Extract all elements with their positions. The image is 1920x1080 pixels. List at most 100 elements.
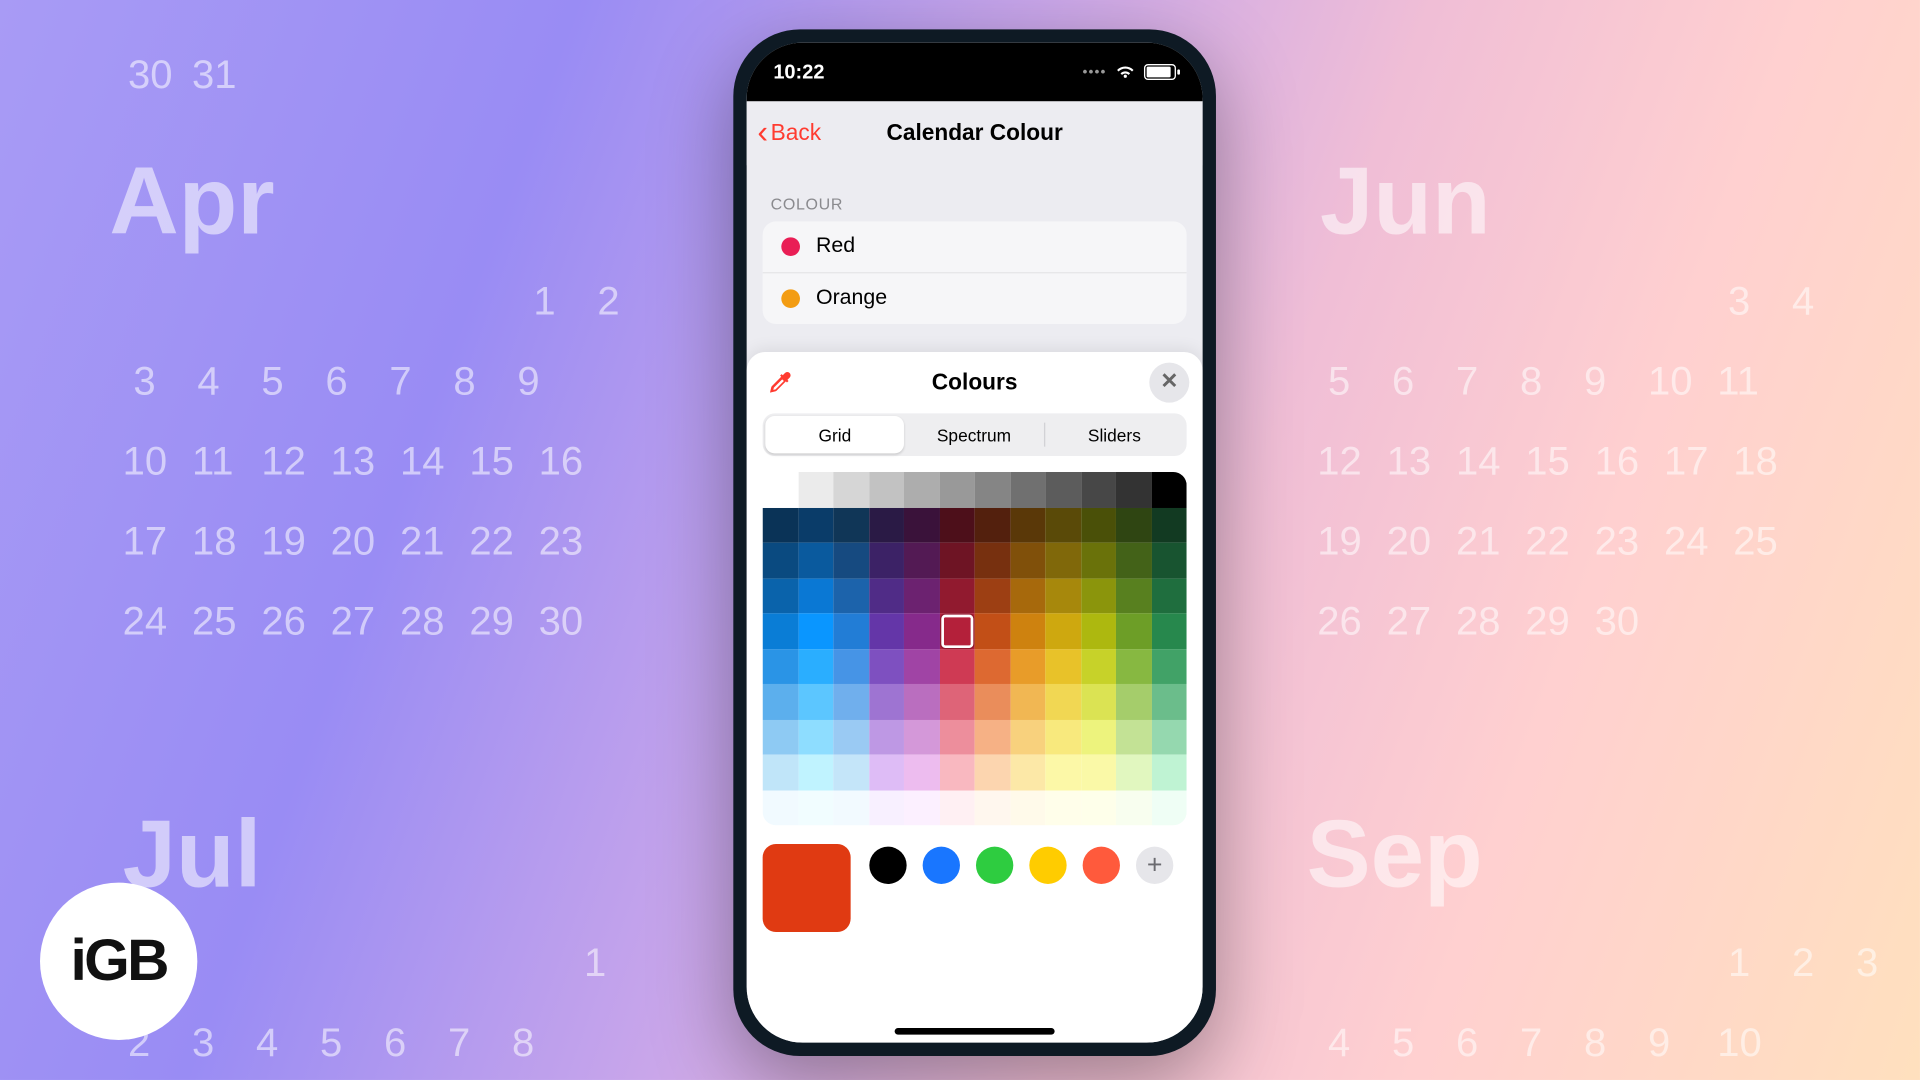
grid-cell[interactable]	[1045, 613, 1080, 648]
grid-cell[interactable]	[1081, 543, 1116, 578]
grid-cell[interactable]	[1081, 578, 1116, 613]
grid-cell[interactable]	[763, 543, 798, 578]
grid-cell[interactable]	[833, 649, 868, 684]
grid-cell[interactable]	[904, 543, 939, 578]
grid-cell[interactable]	[904, 613, 939, 648]
grid-cell[interactable]	[939, 684, 974, 719]
grid-cell[interactable]	[975, 578, 1010, 613]
grid-cell[interactable]	[1081, 472, 1116, 507]
grid-cell[interactable]	[1151, 543, 1186, 578]
grid-cell[interactable]	[1010, 755, 1045, 790]
grid-cell[interactable]	[798, 755, 833, 790]
grid-cell[interactable]	[798, 790, 833, 825]
close-button[interactable]: ✕	[1149, 363, 1189, 403]
grid-cell[interactable]	[798, 507, 833, 542]
colour-row[interactable]: Red	[763, 221, 1187, 273]
grid-cell[interactable]	[798, 613, 833, 648]
grid-cell[interactable]	[833, 472, 868, 507]
grid-cell[interactable]	[1081, 507, 1116, 542]
grid-cell[interactable]	[1081, 755, 1116, 790]
grid-cell[interactable]	[763, 472, 798, 507]
preset-chip[interactable]	[1029, 847, 1066, 884]
grid-cell[interactable]	[1010, 613, 1045, 648]
grid-cell[interactable]	[1010, 790, 1045, 825]
grid-cell[interactable]	[798, 543, 833, 578]
grid-cell[interactable]	[798, 578, 833, 613]
grid-cell[interactable]	[1116, 613, 1151, 648]
grid-cell[interactable]	[869, 543, 904, 578]
grid-cell[interactable]	[1151, 719, 1186, 754]
grid-cell[interactable]	[798, 472, 833, 507]
grid-cell[interactable]	[798, 684, 833, 719]
grid-cell[interactable]	[939, 790, 974, 825]
grid-cell[interactable]	[939, 613, 974, 648]
grid-cell[interactable]	[975, 507, 1010, 542]
grid-cell[interactable]	[1151, 755, 1186, 790]
grid-cell[interactable]	[975, 719, 1010, 754]
grid-cell[interactable]	[869, 507, 904, 542]
grid-cell[interactable]	[1010, 649, 1045, 684]
grid-cell[interactable]	[1151, 578, 1186, 613]
grid-cell[interactable]	[869, 790, 904, 825]
grid-cell[interactable]	[1081, 684, 1116, 719]
grid-cell[interactable]	[1045, 543, 1080, 578]
grid-cell[interactable]	[1045, 507, 1080, 542]
grid-cell[interactable]	[1116, 719, 1151, 754]
preset-chip[interactable]	[1083, 847, 1120, 884]
grid-cell[interactable]	[1116, 507, 1151, 542]
grid-cell[interactable]	[869, 755, 904, 790]
grid-cell[interactable]	[833, 719, 868, 754]
grid-cell[interactable]	[1116, 790, 1151, 825]
grid-cell[interactable]	[1081, 790, 1116, 825]
grid-cell[interactable]	[833, 613, 868, 648]
preset-chip[interactable]	[869, 847, 906, 884]
grid-cell[interactable]	[1010, 719, 1045, 754]
tab-sliders[interactable]: Sliders	[1045, 416, 1184, 453]
grid-cell[interactable]	[1151, 790, 1186, 825]
grid-cell[interactable]	[1081, 649, 1116, 684]
grid-cell[interactable]	[1116, 543, 1151, 578]
grid-cell[interactable]	[1045, 719, 1080, 754]
grid-cell[interactable]	[1116, 684, 1151, 719]
colour-row[interactable]: Orange	[763, 273, 1187, 324]
back-button[interactable]: ‹ Back	[747, 117, 821, 149]
grid-cell[interactable]	[904, 684, 939, 719]
grid-cell[interactable]	[869, 578, 904, 613]
grid-cell[interactable]	[1045, 472, 1080, 507]
grid-cell[interactable]	[939, 507, 974, 542]
preset-chip[interactable]	[976, 847, 1013, 884]
grid-cell[interactable]	[869, 649, 904, 684]
grid-cell[interactable]	[1116, 472, 1151, 507]
grid-cell[interactable]	[763, 755, 798, 790]
tab-spectrum[interactable]: Spectrum	[904, 416, 1043, 453]
grid-cell[interactable]	[798, 719, 833, 754]
grid-cell[interactable]	[833, 790, 868, 825]
grid-cell[interactable]	[1151, 649, 1186, 684]
add-preset-button[interactable]: +	[1136, 847, 1173, 884]
tab-grid[interactable]: Grid	[765, 416, 904, 453]
grid-cell[interactable]	[833, 755, 868, 790]
grid-cell[interactable]	[763, 684, 798, 719]
grid-cell[interactable]	[1151, 613, 1186, 648]
grid-cell[interactable]	[975, 472, 1010, 507]
eyedropper-button[interactable]	[763, 365, 798, 400]
grid-cell[interactable]	[1151, 507, 1186, 542]
grid-cell[interactable]	[1116, 755, 1151, 790]
grid-cell[interactable]	[975, 543, 1010, 578]
grid-cell[interactable]	[904, 578, 939, 613]
grid-cell[interactable]	[1010, 507, 1045, 542]
grid-cell[interactable]	[904, 649, 939, 684]
grid-cell[interactable]	[869, 719, 904, 754]
grid-cell[interactable]	[975, 649, 1010, 684]
grid-cell[interactable]	[975, 755, 1010, 790]
grid-cell[interactable]	[1116, 649, 1151, 684]
grid-cell[interactable]	[904, 755, 939, 790]
grid-cell[interactable]	[904, 790, 939, 825]
grid-cell[interactable]	[833, 684, 868, 719]
grid-cell[interactable]	[1045, 684, 1080, 719]
grid-cell[interactable]	[939, 578, 974, 613]
grid-cell[interactable]	[904, 507, 939, 542]
grid-cell[interactable]	[1010, 684, 1045, 719]
grid-cell[interactable]	[939, 755, 974, 790]
grid-cell[interactable]	[904, 472, 939, 507]
